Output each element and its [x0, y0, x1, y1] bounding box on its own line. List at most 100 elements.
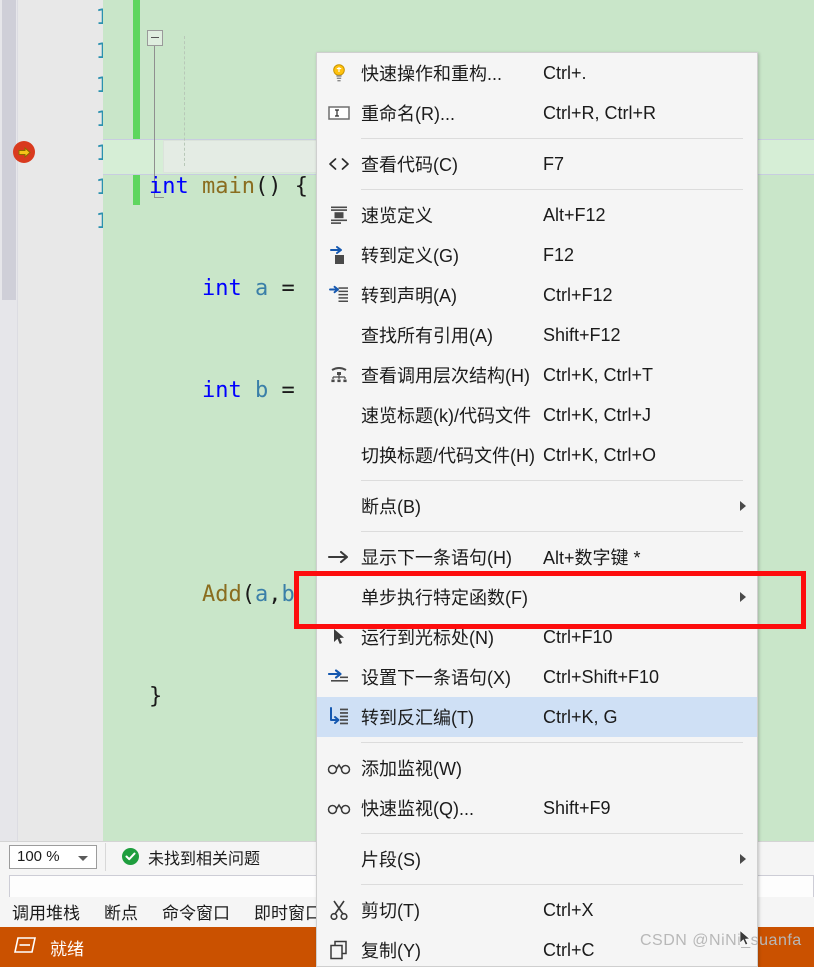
parallelogram-icon: [14, 936, 36, 958]
editor-context-menu[interactable]: 快速操作和重构... Ctrl+. 重命名(R)... Ctrl+R, Ctrl…: [316, 52, 758, 967]
submenu-arrow-icon: [729, 501, 757, 511]
menu-item-shortcut: F7: [543, 153, 565, 174]
menu-item-shortcut: Ctrl+K, Ctrl+O: [543, 444, 657, 465]
menu-item-view-call-hierarchy[interactable]: 查看调用层次结构(H) Ctrl+K, Ctrl+T: [317, 355, 757, 395]
menu-item-add-watch[interactable]: 添加监视(W): [317, 748, 757, 788]
menu-item-shortcut: Shift+F9: [543, 797, 611, 818]
menu-item-label: 片段(S): [361, 850, 421, 870]
menu-item-label: 快速操作和重构...: [361, 64, 503, 84]
set-next-statement-icon: [317, 657, 361, 697]
menu-item-shortcut: Ctrl+.: [543, 62, 587, 83]
menu-item-shortcut: Ctrl+F10: [543, 626, 613, 647]
menu-item-shortcut: F12: [543, 244, 575, 265]
angle-brackets-icon: [317, 144, 361, 184]
cursor-arrow-icon: [317, 617, 361, 657]
no-icon: [317, 577, 361, 617]
menu-item-shortcut: Ctrl+K, Ctrl+J: [543, 404, 652, 425]
menu-item-cut[interactable]: 剪切(T) Ctrl+X: [317, 890, 757, 930]
menu-item-rename[interactable]: 重命名(R)... Ctrl+R, Ctrl+R: [317, 93, 757, 133]
glasses-icon: [317, 788, 361, 828]
menu-separator: [361, 189, 743, 190]
panel-tabs-row: 调用堆栈 断点 命令窗口 即时窗口: [0, 895, 334, 927]
glasses-icon: [317, 748, 361, 788]
csdn-watermark: CSDN @NiNi_suanfa: [640, 932, 802, 949]
menu-item-label: 转到定义(G): [361, 246, 459, 266]
copy-icon: [317, 930, 361, 966]
menu-separator: [361, 138, 743, 139]
menu-item-label: 单步执行特定函数(F): [361, 588, 528, 608]
menu-item-go-to-definition[interactable]: 转到定义(G) F12: [317, 235, 757, 275]
menu-item-shortcut: Alt+F12: [543, 204, 606, 225]
no-icon: [317, 315, 361, 355]
go-to-definition-icon: [317, 235, 361, 275]
call-hierarchy-icon: [317, 355, 361, 395]
menu-item-shortcut: Ctrl+F12: [543, 284, 613, 305]
panel-tab-call-stack[interactable]: 调用堆栈: [0, 899, 92, 924]
menu-item-go-to-disassembly[interactable]: 转到反汇编(T) Ctrl+K, G: [317, 697, 757, 737]
menu-item-snippet[interactable]: 片段(S): [317, 839, 757, 879]
editor-vertical-scrollbar[interactable]: [0, 0, 18, 841]
menu-item-shortcut: Ctrl+R, Ctrl+R: [543, 102, 657, 123]
status-bar-text: 就绪: [50, 939, 84, 959]
menu-item-run-to-cursor[interactable]: 运行到光标处(N) Ctrl+F10: [317, 617, 757, 657]
menu-item-peek-header-code-file[interactable]: 速览标题(k)/代码文件 Ctrl+K, Ctrl+J: [317, 395, 757, 435]
menu-item-label: 转到声明(A): [361, 286, 457, 306]
menu-item-set-next-statement[interactable]: 设置下一条语句(X) Ctrl+Shift+F10: [317, 657, 757, 697]
menu-item-label: 运行到光标处(N): [361, 628, 494, 648]
error-status-group[interactable]: 未找到相关问题: [122, 845, 260, 869]
menu-separator: [361, 531, 743, 532]
mouse-cursor-icon: [739, 929, 752, 952]
check-circle-icon: [122, 848, 139, 865]
error-status-text: 未找到相关问题: [148, 850, 261, 868]
strip-divider: [105, 842, 106, 871]
submenu-arrow-icon: [729, 592, 757, 602]
menu-item-shortcut: Ctrl+X: [543, 899, 594, 920]
menu-item-breakpoint[interactable]: 断点(B): [317, 486, 757, 526]
panel-tab-breakpoints[interactable]: 断点: [92, 899, 150, 924]
menu-item-quick-watch[interactable]: 快速监视(Q)... Shift+F9: [317, 788, 757, 828]
peek-definition-icon: [317, 195, 361, 235]
menu-item-label: 查找所有引用(A): [361, 326, 493, 346]
menu-item-label: 设置下一条语句(X): [361, 668, 511, 688]
menu-item-label: 剪切(T): [361, 901, 420, 921]
no-icon: [317, 839, 361, 879]
menu-item-quick-actions[interactable]: 快速操作和重构... Ctrl+.: [317, 53, 757, 93]
menu-item-peek-definition[interactable]: 速览定义 Alt+F12: [317, 195, 757, 235]
chevron-down-icon: [78, 855, 88, 861]
menu-item-label: 添加监视(W): [361, 759, 462, 779]
no-icon: [317, 395, 361, 435]
menu-separator: [361, 742, 743, 743]
menu-item-label: 重命名(R)...: [361, 104, 455, 124]
menu-item-shortcut: Ctrl+K, Ctrl+T: [543, 364, 654, 385]
menu-item-label: 速览定义: [361, 206, 433, 226]
panel-tab-command-window[interactable]: 命令窗口: [150, 899, 242, 924]
menu-separator: [361, 480, 743, 481]
menu-item-toggle-header-code-file[interactable]: 切换标题/代码文件(H) Ctrl+K, Ctrl+O: [317, 435, 757, 475]
menu-item-label: 查看代码(C): [361, 155, 458, 175]
go-to-declaration-icon: [317, 275, 361, 315]
menu-item-label: 速览标题(k)/代码文件: [361, 406, 531, 426]
scissors-icon: [317, 890, 361, 930]
zoom-level-dropdown[interactable]: 100 %: [9, 844, 97, 869]
menu-item-view-code[interactable]: 查看代码(C) F7: [317, 144, 757, 184]
lightbulb-icon: [317, 53, 361, 93]
disassembly-icon: [317, 697, 361, 737]
menu-item-label: 复制(Y): [361, 941, 421, 961]
menu-item-label: 断点(B): [361, 497, 421, 517]
menu-item-label: 显示下一条语句(H): [361, 548, 512, 568]
menu-item-find-all-references[interactable]: 查找所有引用(A) Shift+F12: [317, 315, 757, 355]
menu-item-label: 转到反汇编(T): [361, 708, 474, 728]
menu-item-label: 快速监视(Q)...: [361, 799, 474, 819]
menu-separator: [361, 884, 743, 885]
arrow-right-icon: [317, 537, 361, 577]
menu-item-step-into-specific[interactable]: 单步执行特定函数(F): [317, 577, 757, 617]
submenu-arrow-icon: [729, 854, 757, 864]
menu-item-shortcut: Shift+F12: [543, 324, 621, 345]
menu-separator: [361, 833, 743, 834]
menu-item-label: 查看调用层次结构(H): [361, 366, 530, 386]
menu-item-shortcut: Alt+数字键 *: [543, 548, 641, 568]
menu-item-go-to-declaration[interactable]: 转到声明(A) Ctrl+F12: [317, 275, 757, 315]
no-icon: [317, 486, 361, 526]
menu-item-show-next-statement[interactable]: 显示下一条语句(H) Alt+数字键 *: [317, 537, 757, 577]
rename-textbox-icon: [317, 93, 361, 133]
